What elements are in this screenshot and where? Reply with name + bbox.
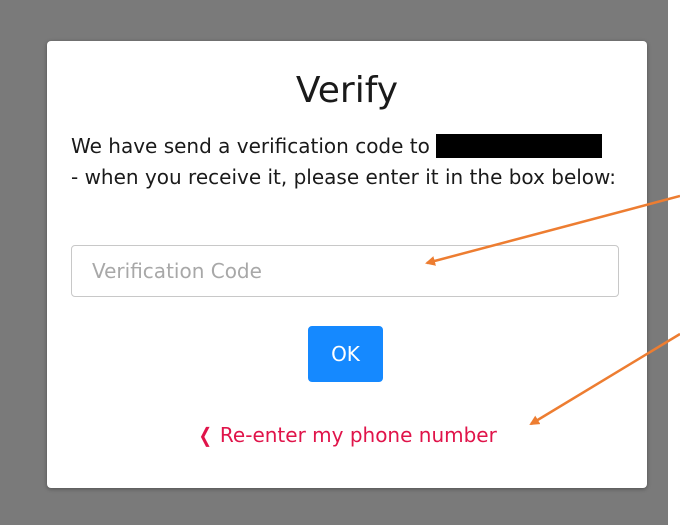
verification-message: We have send a verification code to - wh… [71, 131, 631, 193]
reenter-phone-label: Re-enter my phone number [219, 423, 497, 447]
chevron-left-icon: ❮ [198, 423, 213, 447]
message-line-2: - when you receive it, please enter it i… [71, 165, 617, 189]
reenter-phone-link[interactable]: ❮ Re-enter my phone number [47, 421, 647, 449]
ok-button[interactable]: OK [308, 326, 383, 382]
verification-code-input[interactable] [71, 245, 619, 297]
verify-dialog: Verify We have send a verification code … [47, 41, 647, 488]
message-line-1: We have send a verification code to [71, 134, 430, 158]
redacted-phone-number [436, 134, 603, 158]
dialog-title: Verify [295, 70, 399, 111]
